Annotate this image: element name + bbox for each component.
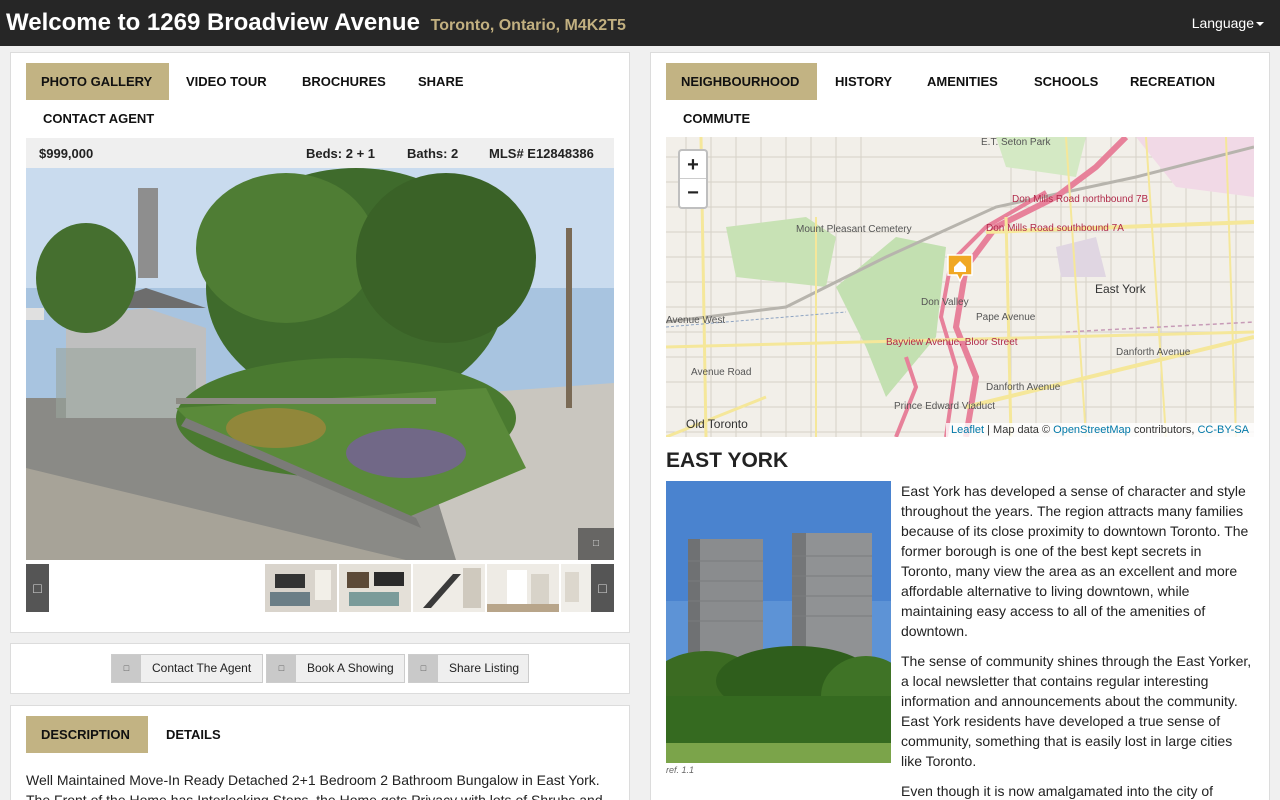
tab-schools[interactable]: SCHOOLS: [1019, 63, 1113, 100]
language-dropdown[interactable]: Language: [1192, 15, 1264, 31]
main-photo[interactable]: □: [26, 168, 614, 560]
share-listing-label: Share Listing: [449, 661, 520, 675]
book-showing-button[interactable]: □ Book A Showing: [266, 654, 405, 683]
calendar-icon: □: [267, 655, 296, 682]
share-listing-button[interactable]: □ Share Listing: [408, 654, 529, 683]
listing-info-bar: $999,000 Beds: 2 + 1 Baths: 2 MLS# E1284…: [26, 138, 614, 168]
description-panel: DESCRIPTION DETAILS Well Maintained Move…: [10, 705, 630, 800]
map-label-cemetery: Mount Pleasant Cemetery: [796, 224, 912, 235]
tab-history[interactable]: HISTORY: [820, 63, 907, 100]
top-bar: Welcome to 1269 Broadview Avenue Toronto…: [0, 0, 1280, 46]
map-label-old-toronto: Old Toronto: [686, 417, 748, 431]
thumbnail-strip: □ □: [26, 564, 614, 612]
envelope-icon: □: [112, 655, 141, 682]
thumbnail[interactable]: [487, 564, 559, 612]
address-subtitle: Toronto, Ontario, M4K2T5: [430, 17, 626, 34]
thumbnail[interactable]: [413, 564, 485, 612]
map-label-bayview: Bayview Avenue, Bloor Street: [886, 337, 1018, 348]
house-photo-image: [26, 168, 614, 560]
map-zoom-control: + −: [678, 149, 708, 209]
tab-contact-agent[interactable]: CONTACT AGENT: [28, 100, 169, 137]
attribution-text: | Map data ©: [984, 424, 1054, 436]
map-label-east-york: East York: [1095, 282, 1146, 296]
tab-details[interactable]: DETAILS: [151, 716, 236, 753]
thumbnail[interactable]: [339, 564, 411, 612]
zoom-out-button[interactable]: −: [680, 179, 706, 207]
map-label-avenue-west: Avenue West: [666, 315, 726, 326]
map-label-don-valley: Don Valley: [921, 297, 969, 308]
map-label-danforth-1: Danforth Avenue: [1116, 347, 1191, 358]
tab-amenities[interactable]: AMENITIES: [912, 63, 1013, 100]
description-text: Well Maintained Move-In Ready Detached 2…: [26, 772, 603, 800]
thumbnail[interactable]: [561, 564, 591, 612]
contact-agent-label: Contact The Agent: [152, 661, 252, 675]
mls-number: MLS# E12848386: [489, 146, 594, 161]
tab-commute[interactable]: COMMUTE: [668, 100, 765, 137]
region-paragraph-3: Even though it is now amalgamated into t…: [901, 783, 1214, 799]
tab-brochures[interactable]: BROCHURES: [287, 63, 401, 100]
book-showing-label: Book A Showing: [307, 661, 394, 675]
language-label: Language: [1191, 15, 1254, 31]
caret-down-icon: [1256, 22, 1264, 27]
beds: Beds: 2 + 1: [306, 146, 376, 161]
leaflet-link[interactable]: Leaflet: [951, 424, 984, 436]
neighbourhood-map[interactable]: E.T. Seton Park Mount Pleasant Cemetery …: [666, 137, 1254, 437]
region-paragraph-1: East York has developed a sense of chara…: [901, 483, 1249, 639]
region-photo: [666, 481, 891, 763]
tab-share[interactable]: SHARE: [403, 63, 479, 100]
license-link[interactable]: CC-BY-SA: [1197, 424, 1249, 436]
tab-photo-gallery[interactable]: PHOTO GALLERY: [26, 63, 169, 100]
expand-icon[interactable]: □: [578, 528, 614, 560]
map-label-seton-park: E.T. Seton Park: [981, 137, 1051, 148]
map-label-pape: Pape Avenue: [976, 312, 1036, 323]
map-attribution: Leaflet | Map data © OpenStreetMap contr…: [946, 423, 1254, 437]
map-label-danforth-2: Danforth Avenue: [986, 382, 1061, 393]
region-title: EAST YORK: [666, 449, 789, 472]
chevron-left-icon[interactable]: □: [26, 564, 49, 612]
tab-description[interactable]: DESCRIPTION: [26, 716, 148, 753]
actions-panel: □ Contact The Agent □ Book A Showing □ S…: [10, 643, 630, 694]
baths: Baths: 2: [407, 146, 459, 161]
title-text: Welcome to 1269 Broadview Avenue: [6, 9, 420, 36]
map-label-avenue-road: Avenue Road: [691, 367, 752, 378]
image-reference: ref. 1.1: [666, 765, 695, 775]
attribution-contributors: contributors,: [1130, 424, 1198, 436]
east-york-towers-image: [666, 481, 891, 763]
map-label-don-mills-south: Don Mills Road southbound 7A: [986, 223, 1124, 234]
home-marker-icon[interactable]: [946, 253, 974, 283]
region-paragraph-2: The sense of community shines through th…: [901, 653, 1252, 769]
tab-video-tour[interactable]: VIDEO TOUR: [171, 63, 282, 100]
gallery-panel: PHOTO GALLERY VIDEO TOUR BROCHURES SHARE…: [10, 52, 630, 633]
chevron-right-icon[interactable]: □: [591, 564, 614, 612]
map-tiles: [666, 137, 1254, 437]
map-label-don-mills-north: Don Mills Road northbound 7B: [1012, 194, 1149, 205]
map-label-prince-edward: Prince Edward Viaduct: [894, 401, 995, 412]
zoom-in-button[interactable]: +: [680, 151, 706, 179]
osm-link[interactable]: OpenStreetMap: [1053, 424, 1131, 436]
thumbnail[interactable]: [265, 564, 337, 612]
price: $999,000: [39, 146, 94, 161]
contact-agent-button[interactable]: □ Contact The Agent: [111, 654, 263, 683]
share-icon: □: [409, 655, 438, 682]
page-title: Welcome to 1269 Broadview Avenue Toronto…: [6, 9, 626, 37]
neighbourhood-panel: NEIGHBOURHOOD HISTORY AMENITIES SCHOOLS …: [650, 52, 1270, 800]
tab-recreation[interactable]: RECREATION: [1115, 63, 1230, 100]
tab-neighbourhood[interactable]: NEIGHBOURHOOD: [666, 63, 817, 100]
